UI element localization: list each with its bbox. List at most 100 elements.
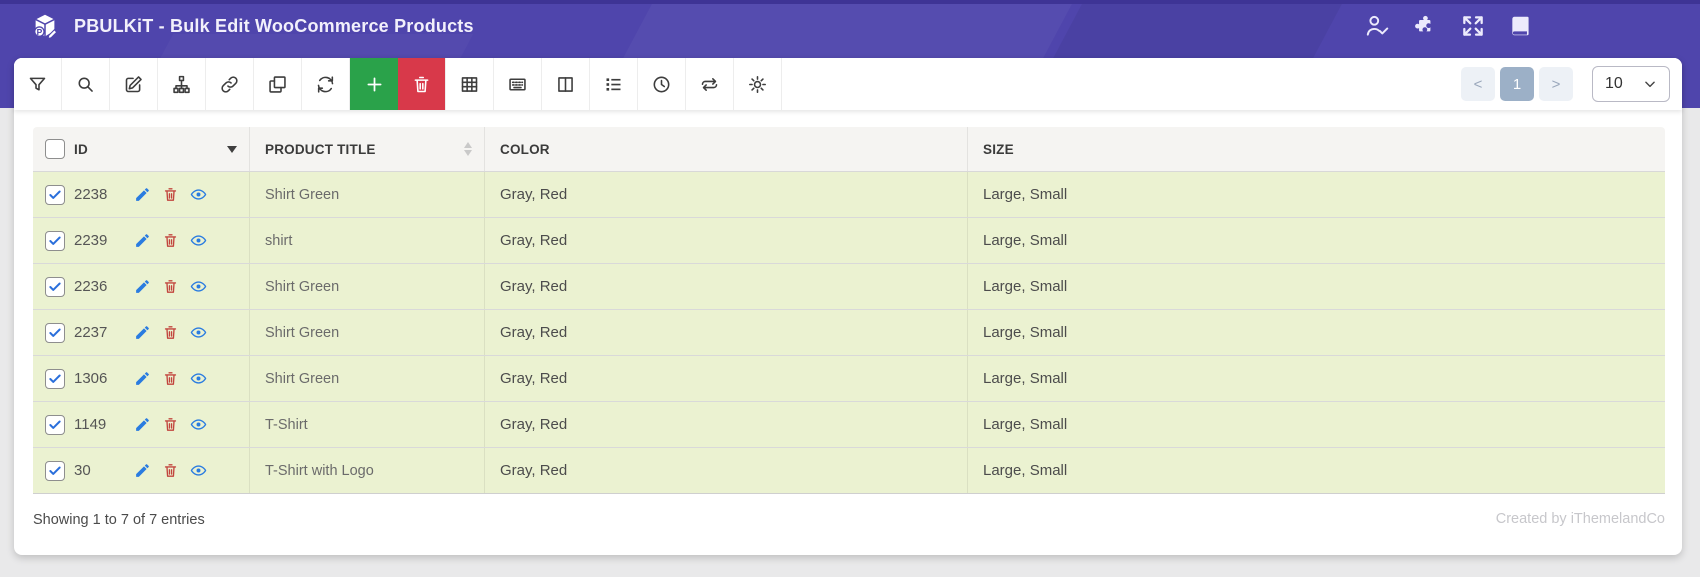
row-checkbox[interactable] <box>45 230 65 251</box>
column-label-product-title: PRODUCT TITLE <box>265 141 376 157</box>
row-cell-id: 1149 <box>33 402 250 447</box>
product-title-cell: Shirt Green <box>250 172 485 217</box>
row-cell-id: 2237 <box>33 310 250 355</box>
table-row: 2238 Shirt Green Gray, Red Large, Small <box>33 172 1665 218</box>
view-eye-icon[interactable] <box>189 186 207 204</box>
sort-desc-icon[interactable] <box>227 145 237 153</box>
row-cell-id: 2238 <box>33 172 250 217</box>
header-cell-product-title[interactable]: PRODUCT TITLE <box>250 127 485 171</box>
view-eye-icon[interactable] <box>189 278 207 296</box>
credit-text: Created by iThemelandCo <box>1495 511 1665 527</box>
edit-icon <box>125 75 142 92</box>
product-size-cell: Large, Small <box>983 462 1068 479</box>
edit-pencil-icon[interactable] <box>133 370 151 388</box>
header-cell-color[interactable]: COLOR <box>485 127 968 171</box>
pagination-current-page[interactable]: 1 <box>1500 67 1534 101</box>
product-id: 30 <box>74 462 91 479</box>
table-header-row: ID PRODUCT TITLE COLOR SIZE <box>33 127 1665 172</box>
row-checkbox[interactable] <box>45 276 65 297</box>
row-checkbox[interactable] <box>45 368 65 389</box>
table-row: 30 T-Shirt with Logo Gray, Red Large, Sm… <box>33 448 1665 494</box>
main-panel: < 1 > 10 ID PRODUCT TITLE COLOR SIZE 223… <box>14 58 1682 555</box>
product-id: 1306 <box>74 370 108 387</box>
view-eye-icon[interactable] <box>189 232 207 250</box>
product-color-cell: Gray, Red <box>485 356 968 401</box>
product-size-cell: Large, Small <box>983 186 1068 203</box>
edit-pencil-icon[interactable] <box>133 186 151 204</box>
history-button[interactable] <box>638 58 686 110</box>
edit-pencil-icon[interactable] <box>133 462 151 480</box>
row-cell-id: 30 <box>33 448 250 493</box>
product-size-cell: Large, Small <box>983 232 1068 249</box>
product-size-cell: Large, Small <box>983 324 1068 341</box>
product-color-cell: Gray, Red <box>485 218 968 263</box>
edit-pencil-icon[interactable] <box>133 324 151 342</box>
row-checkbox[interactable] <box>45 414 65 435</box>
edit-button[interactable] <box>110 58 158 110</box>
table-grid-icon <box>461 76 478 92</box>
duplicate-button[interactable] <box>254 58 302 110</box>
edit-pencil-icon[interactable] <box>133 416 151 434</box>
product-color-cell: Gray, Red <box>485 172 968 217</box>
book-icon[interactable] <box>1508 13 1534 39</box>
user-check-icon[interactable] <box>1364 13 1390 39</box>
refresh-button[interactable] <box>302 58 350 110</box>
row-cell-id: 2239 <box>33 218 250 263</box>
puzzle-icon[interactable] <box>1412 13 1438 39</box>
sync-button[interactable] <box>686 58 734 110</box>
header-cell-size[interactable]: SIZE <box>968 127 1665 171</box>
link-button[interactable] <box>206 58 254 110</box>
fullscreen-icon[interactable] <box>1460 13 1486 39</box>
select-all-checkbox[interactable] <box>45 139 65 159</box>
delete-button[interactable] <box>398 58 446 110</box>
list-icon <box>606 77 621 91</box>
row-checkbox[interactable] <box>45 184 65 205</box>
product-color-cell: Gray, Red <box>485 448 968 493</box>
delete-trash-icon[interactable] <box>161 370 179 388</box>
filter-button[interactable] <box>14 58 62 110</box>
settings-icon <box>749 75 766 93</box>
pagination-next-button[interactable]: > <box>1539 67 1573 101</box>
add-button[interactable] <box>350 58 398 110</box>
search-button[interactable] <box>62 58 110 110</box>
pagination-prev-button[interactable]: < <box>1461 67 1495 101</box>
edit-pencil-icon[interactable] <box>133 232 151 250</box>
edit-pencil-icon[interactable] <box>133 278 151 296</box>
view-eye-icon[interactable] <box>189 462 207 480</box>
row-checkbox[interactable] <box>45 322 65 343</box>
settings-button[interactable] <box>734 58 782 110</box>
product-title-cell: shirt <box>250 218 485 263</box>
sort-both-icon[interactable] <box>464 142 472 156</box>
product-size-cell: Large, Small <box>983 416 1068 433</box>
delete-trash-icon[interactable] <box>161 462 179 480</box>
add-icon <box>367 77 381 91</box>
list-button[interactable] <box>590 58 638 110</box>
delete-trash-icon[interactable] <box>161 232 179 250</box>
app-header: P PBULKiT - Bulk Edit WooCommerce Produc… <box>0 0 1700 52</box>
page-size-value: 10 <box>1605 75 1623 92</box>
column-label-id[interactable]: ID <box>74 142 88 157</box>
keyboard-icon <box>509 77 526 91</box>
row-checkbox[interactable] <box>45 460 65 481</box>
sitemap-button[interactable] <box>158 58 206 110</box>
table-row: 2239 shirt Gray, Red Large, Small <box>33 218 1665 264</box>
table-body: 2238 Shirt Green Gray, Red Large, Small … <box>33 172 1665 494</box>
delete-trash-icon[interactable] <box>161 186 179 204</box>
table-grid-button[interactable] <box>446 58 494 110</box>
product-color-cell: Gray, Red <box>485 310 968 355</box>
link-icon <box>221 75 238 93</box>
check-icon <box>49 420 61 429</box>
page-size-select[interactable]: 10 <box>1592 66 1670 102</box>
product-id: 2238 <box>74 186 108 203</box>
view-eye-icon[interactable] <box>189 416 207 434</box>
history-icon <box>653 76 670 92</box>
keyboard-button[interactable] <box>494 58 542 110</box>
view-eye-icon[interactable] <box>189 370 207 388</box>
view-eye-icon[interactable] <box>189 324 207 342</box>
delete-trash-icon[interactable] <box>161 416 179 434</box>
delete-trash-icon[interactable] <box>161 278 179 296</box>
toolbar: < 1 > 10 <box>14 58 1682 110</box>
delete-trash-icon[interactable] <box>161 324 179 342</box>
product-id: 1149 <box>74 416 107 433</box>
split-columns-button[interactable] <box>542 58 590 110</box>
